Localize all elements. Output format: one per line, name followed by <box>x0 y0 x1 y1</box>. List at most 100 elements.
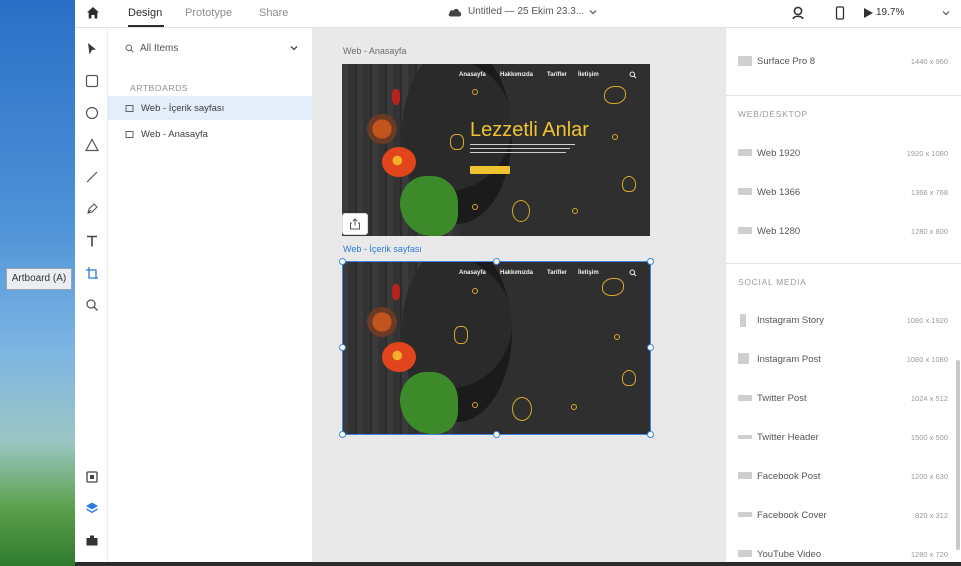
magnifier-icon <box>86 299 98 311</box>
assets-panel-button[interactable] <box>83 468 101 486</box>
resize-handle[interactable] <box>647 258 654 265</box>
dot-doodle-icon <box>472 204 478 210</box>
resize-handle[interactable] <box>493 431 500 438</box>
user-icon[interactable] <box>790 5 806 21</box>
preset-size: 1920 x 1080 <box>906 149 948 158</box>
preset-name: Instagram Story <box>757 315 825 326</box>
preset-instagram-story[interactable]: Instagram Story 1080 x 1920 <box>726 311 961 331</box>
resize-handle[interactable] <box>647 344 654 351</box>
preset-name: Web 1366 <box>757 187 801 198</box>
artboard-title[interactable]: Web - İçerik sayfası <box>343 244 422 254</box>
play-icon[interactable] <box>862 5 874 21</box>
layer-item-label: Web - Anasayfa <box>141 128 208 140</box>
tab-prototype[interactable]: Prototype <box>185 7 232 19</box>
section-social-media: SOCIAL MEDIA <box>738 277 807 287</box>
garlic-doodle-icon <box>622 176 636 192</box>
hero-text-line <box>470 152 566 153</box>
document-title[interactable]: Untitled — 25 Ekim 23.3... <box>447 6 597 17</box>
hero-button <box>470 166 510 174</box>
canvas[interactable]: Web - Anasayfa Anasayfa Hakkımızda Tarif… <box>313 28 725 562</box>
share-artboard-button[interactable] <box>342 213 368 235</box>
chevron-down-icon[interactable] <box>289 43 299 53</box>
active-tab-indicator <box>128 25 164 27</box>
artboard-tool[interactable] <box>83 264 101 282</box>
preset-name: Facebook Post <box>757 471 821 482</box>
home-icon[interactable] <box>85 5 101 21</box>
tab-design[interactable]: Design <box>128 7 162 19</box>
preset-name: Facebook Cover <box>757 510 827 521</box>
preset-facebook-post[interactable]: Facebook Post 1200 x 630 <box>726 467 961 487</box>
nav-link: İletişim <box>578 72 599 78</box>
dot-doodle-icon <box>572 208 578 214</box>
preset-name: Twitter Header <box>757 432 819 443</box>
search-icon <box>125 44 134 53</box>
preset-name: Web 1920 <box>757 148 801 159</box>
filter-label: All Items <box>140 43 179 54</box>
device-shape-icon <box>738 395 752 401</box>
preset-youtube-video[interactable]: YouTube Video 1280 x 720 <box>726 545 961 562</box>
preset-instagram-post[interactable]: Instagram Post 1080 x 1080 <box>726 350 961 370</box>
preset-web-1366[interactable]: Web 1366 1366 x 768 <box>726 183 961 203</box>
ellipse-tool[interactable] <box>83 104 101 122</box>
nav-link: Hakkımızda <box>500 72 534 78</box>
resize-handle[interactable] <box>339 258 346 265</box>
rectangle-tool[interactable] <box>83 72 101 90</box>
triangle-icon <box>85 138 99 152</box>
tab-share[interactable]: Share <box>259 7 288 19</box>
text-tool[interactable] <box>83 232 101 250</box>
scrollbar-thumb[interactable] <box>956 360 960 550</box>
artboards-section-label: ARTBOARDS <box>130 83 189 93</box>
preset-name: Surface Pro 8 <box>757 56 816 67</box>
preset-facebook-cover[interactable]: Facebook Cover 820 x 312 <box>726 506 961 526</box>
preset-surface-pro-8[interactable]: Surface Pro 8 1440 x 960 <box>726 52 961 72</box>
device-shape-icon <box>738 550 752 557</box>
hero-text-line <box>470 148 570 149</box>
line-tool[interactable] <box>83 168 101 186</box>
preset-size: 1080 x 1080 <box>906 355 948 364</box>
resize-handle[interactable] <box>339 431 346 438</box>
device-preview-icon[interactable] <box>832 5 848 21</box>
pointer-icon <box>88 43 96 55</box>
layer-item-icerik-sayfasi[interactable]: Web - İçerik sayfası <box>108 96 313 120</box>
artboard-anasayfa[interactable]: Anasayfa Hakkımızda Tarifler İletişim Le… <box>342 64 650 236</box>
dot-doodle-icon <box>472 89 478 95</box>
preset-size: 820 x 312 <box>915 511 948 520</box>
divider <box>726 263 961 264</box>
preset-name: Twitter Post <box>757 393 807 404</box>
zoom-level[interactable]: 19.7% <box>876 7 904 18</box>
herb-doodle-icon <box>450 134 464 150</box>
zoom-chevron-icon[interactable] <box>941 8 951 18</box>
plugins-panel-button[interactable] <box>83 531 101 549</box>
select-tool[interactable] <box>83 40 101 58</box>
rectangle-icon <box>85 74 99 88</box>
zoom-tool[interactable] <box>83 296 101 314</box>
device-shape-icon <box>738 227 752 234</box>
preset-twitter-header[interactable]: Twitter Header 1500 x 500 <box>726 428 961 448</box>
cloud-icon <box>448 8 462 16</box>
device-shape-icon <box>740 314 746 327</box>
preset-size: 1366 x 768 <box>910 188 948 197</box>
preset-web-1280[interactable]: Web 1280 1280 x 800 <box>726 222 961 242</box>
device-shape-icon <box>738 435 752 439</box>
layer-item-anasayfa[interactable]: Web - Anasayfa <box>108 122 313 146</box>
preset-twitter-post[interactable]: Twitter Post 1024 x 512 <box>726 389 961 409</box>
artboard-icon <box>125 104 134 112</box>
pen-tool[interactable] <box>83 200 101 218</box>
tool-rail <box>75 28 108 562</box>
dot-doodle-icon <box>612 134 618 140</box>
layers-panel-button[interactable] <box>83 499 101 517</box>
preset-web-1920[interactable]: Web 1920 1920 x 1080 <box>726 144 961 164</box>
layers-icon <box>86 502 98 514</box>
device-shape-icon <box>738 188 752 195</box>
resize-handle[interactable] <box>647 431 654 438</box>
device-shape-icon <box>738 56 752 66</box>
resize-handle[interactable] <box>339 344 346 351</box>
search-icon <box>629 71 637 79</box>
layer-filter[interactable]: All Items <box>125 43 178 54</box>
resize-handle[interactable] <box>493 258 500 265</box>
hero-text-line <box>470 144 575 145</box>
artboard-icon <box>86 267 98 279</box>
artboard-title[interactable]: Web - Anasayfa <box>343 46 406 56</box>
top-bar: Design Prototype Share Untitled — 25 Eki… <box>75 0 961 28</box>
polygon-tool[interactable] <box>83 136 101 154</box>
